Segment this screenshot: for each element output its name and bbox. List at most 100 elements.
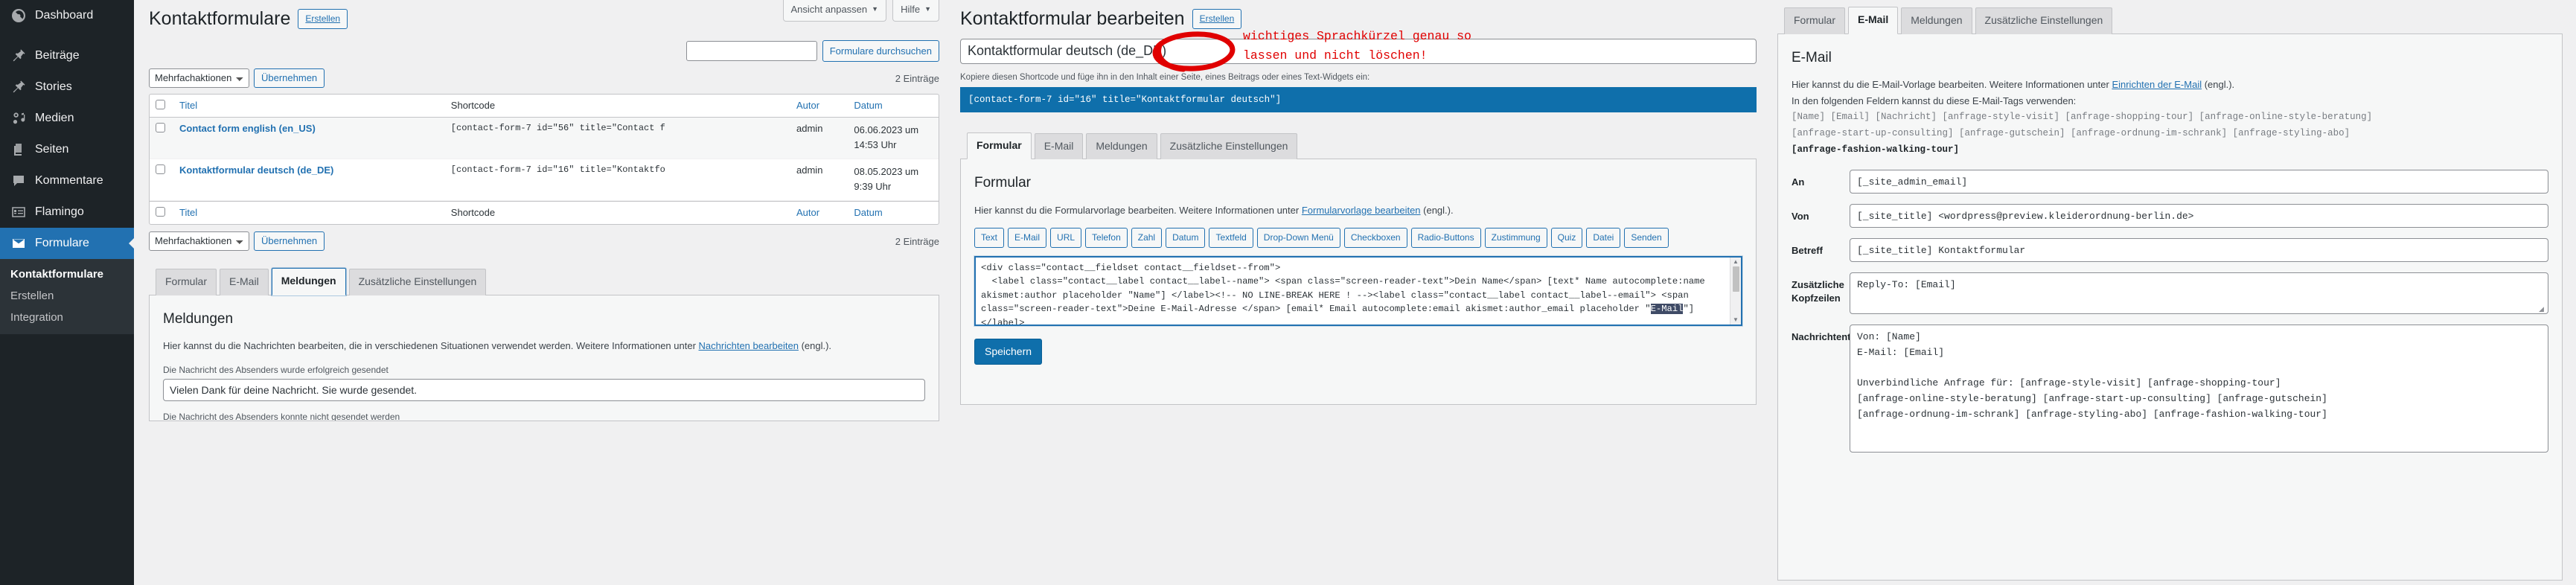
tab-zusaetzliche-einstellungen[interactable]: Zusätzliche Einstellungen <box>1975 7 2113 34</box>
from-input[interactable] <box>1850 204 2548 228</box>
tag-button-zahl[interactable]: Zahl <box>1131 227 1163 248</box>
subject-input[interactable] <box>1850 238 2548 263</box>
email-help-link[interactable]: Einrichten der E-Mail <box>2112 79 2202 90</box>
additional-headers-textarea[interactable] <box>1850 272 2548 315</box>
checkbox-icon[interactable] <box>156 164 165 174</box>
tag-button-telefon[interactable]: Telefon <box>1085 227 1128 248</box>
bulk-action-select[interactable]: Mehrfachaktionen <box>149 68 249 88</box>
search-box: Formulare durchsuchen <box>149 39 939 62</box>
select-all-footer[interactable] <box>150 201 174 224</box>
formular-description: Hier kannst du die Formularvorlage bearb… <box>974 202 1742 219</box>
bulk-actions-bottom: Mehrfachaktionen Übernehmen 2 Einträge <box>149 231 939 251</box>
tab-zusaetzliche-einstellungen[interactable]: Zusätzliche Einstellungen <box>1160 132 1298 160</box>
sidebar-item-formulare[interactable]: Formulare <box>0 228 134 259</box>
column-header-author[interactable]: Autor <box>790 95 848 118</box>
envelope-icon <box>10 235 27 252</box>
tab-email[interactable]: E-Mail <box>1034 132 1084 160</box>
tag-button-datei[interactable]: Datei <box>1586 227 1621 248</box>
add-new-form-button-edit[interactable]: Erstellen <box>1192 8 1242 29</box>
resize-grip-icon[interactable]: ◢ <box>2539 305 2546 313</box>
media-icon <box>10 110 27 127</box>
save-button[interactable]: Speichern <box>974 338 1043 365</box>
row-shortcode-cell: [contact-form-7 id="56" title="Contact f <box>444 118 791 159</box>
bulk-actions-top: Mehrfachaktionen Übernehmen 2 Einträge <box>149 68 939 88</box>
tab-zusaetzliche-einstellungen[interactable]: Zusätzliche Einstellungen <box>348 269 487 295</box>
select-all-header[interactable] <box>150 95 174 118</box>
tag-button-quiz[interactable]: Quiz <box>1550 227 1583 248</box>
sidebar-item-dashboard[interactable]: Dashboard <box>0 0 134 31</box>
tag-button-zustimmung[interactable]: Zustimmung <box>1484 227 1547 248</box>
formular-help-link[interactable]: Formularvorlage bearbeiten <box>1302 205 1421 216</box>
sidebar-item-label: Formulare <box>35 237 89 250</box>
wordpress-admin-screen: Dashboard Beiträge Stories Medien Seiten <box>0 0 2576 585</box>
column-header-date[interactable]: Datum <box>848 95 939 118</box>
form-link[interactable]: Kontaktformular deutsch (de_DE) <box>179 164 333 176</box>
code-part-1: <div class="contact__fieldset contact__f… <box>981 262 1705 315</box>
search-forms-button[interactable]: Formulare durchsuchen <box>822 39 939 62</box>
tab-email[interactable]: E-Mail <box>220 269 269 295</box>
scroll-down-icon[interactable]: ▼ <box>1733 316 1739 323</box>
add-new-form-button[interactable]: Erstellen <box>298 8 348 29</box>
checkbox-icon[interactable] <box>156 123 165 132</box>
scroll-up-icon[interactable]: ▲ <box>1733 258 1739 265</box>
tag-button-checkboxen[interactable]: Checkboxen <box>1343 227 1407 248</box>
tag-button-textfeld[interactable]: Textfeld <box>1209 227 1253 248</box>
tag-button-dropdown[interactable]: Drop-Down Menü <box>1256 227 1340 248</box>
form-link[interactable]: Contact form english (en_US) <box>179 123 316 134</box>
sidebar-item-beitraege[interactable]: Beiträge <box>0 40 134 71</box>
tag-button-email[interactable]: E-Mail <box>1008 227 1047 248</box>
message-body-textarea[interactable] <box>1850 325 2548 453</box>
tag-button-url[interactable]: URL <box>1050 227 1082 248</box>
mail-tags-intro: In den folgenden Feldern kannst du diese… <box>1792 95 2077 107</box>
sidebar-item-medien[interactable]: Medien <box>0 103 134 134</box>
tab-email[interactable]: E-Mail <box>1848 7 1899 34</box>
sidebar-item-seiten[interactable]: Seiten <box>0 134 134 165</box>
meldungen-help-link[interactable]: Nachrichten bearbeiten <box>699 340 799 351</box>
table-header-row: Titel Shortcode Autor Datum <box>150 95 939 118</box>
tab-formular[interactable]: Formular <box>1784 7 1846 34</box>
column-header-title[interactable]: Titel <box>173 95 445 118</box>
to-input[interactable] <box>1850 170 2548 194</box>
from-label: Von <box>1792 211 1809 223</box>
help-button[interactable]: Hilfe ▼ <box>892 0 939 22</box>
table-body: Contact form english (en_US) [contact-fo… <box>150 118 939 201</box>
tab-meldungen[interactable]: Meldungen <box>1901 7 1972 34</box>
checkbox-icon[interactable] <box>156 207 165 217</box>
tab-formular[interactable]: Formular <box>156 269 217 295</box>
sidebar-item-stories[interactable]: Stories <box>0 71 134 103</box>
checkbox-icon[interactable] <box>156 100 165 109</box>
form-template-code: <div class="contact__fieldset contact__f… <box>976 258 1741 325</box>
tag-button-senden[interactable]: Senden <box>1624 227 1669 248</box>
sidebar-subitem-erstellen[interactable]: Erstellen <box>0 285 134 307</box>
shortcode-display[interactable]: [contact-form-7 id="16" title="Kontaktfo… <box>960 86 1757 112</box>
bulk-action-select-bottom[interactable]: Mehrfachaktionen <box>149 231 249 251</box>
column-footer-date[interactable]: Datum <box>848 201 939 224</box>
editor-scrollbar[interactable]: ▲ ▼ <box>1730 257 1741 325</box>
tab-formular[interactable]: Formular <box>967 132 1032 160</box>
desc-text-after: (engl.). <box>1420 204 1454 216</box>
tag-button-radio-buttons[interactable]: Radio-Buttons <box>1410 227 1481 248</box>
tag-button-text[interactable]: Text <box>974 227 1005 248</box>
search-input[interactable] <box>685 40 817 61</box>
scrollbar-thumb[interactable] <box>1733 266 1739 292</box>
screen-options-label: Ansicht anpassen <box>790 4 868 15</box>
column-footer-author[interactable]: Autor <box>790 201 848 224</box>
meldungen-heading: Meldungen <box>163 310 234 327</box>
tab-meldungen[interactable]: Meldungen <box>1086 132 1157 160</box>
contact-forms-list-panel: Ansicht anpassen ▼ Hilfe ▼ Kontaktformul… <box>134 0 953 585</box>
sidebar-item-kommentare[interactable]: Kommentare <box>0 165 134 196</box>
column-footer-title[interactable]: Titel <box>173 201 445 224</box>
sidebar-subitem-integration[interactable]: Integration <box>0 307 134 328</box>
form-template-editor[interactable]: <div class="contact__fieldset contact__f… <box>974 255 1742 326</box>
sidebar-subitem-kontaktformulare[interactable]: Kontaktformulare <box>0 263 134 285</box>
form-title-input[interactable] <box>960 38 1757 64</box>
apply-bulk-action-button-bottom[interactable]: Übernehmen <box>254 231 325 251</box>
screen-options-button[interactable]: Ansicht anpassen ▼ <box>782 0 887 22</box>
tab-meldungen[interactable]: Meldungen <box>271 268 346 295</box>
message-sent-ok-input[interactable] <box>163 379 925 402</box>
tag-button-datum[interactable]: Datum <box>1166 227 1206 248</box>
sidebar-item-flamingo[interactable]: Flamingo <box>0 196 134 228</box>
row-checkbox-cell[interactable] <box>150 159 174 201</box>
apply-bulk-action-button[interactable]: Übernehmen <box>254 68 325 88</box>
row-checkbox-cell[interactable] <box>150 118 174 159</box>
